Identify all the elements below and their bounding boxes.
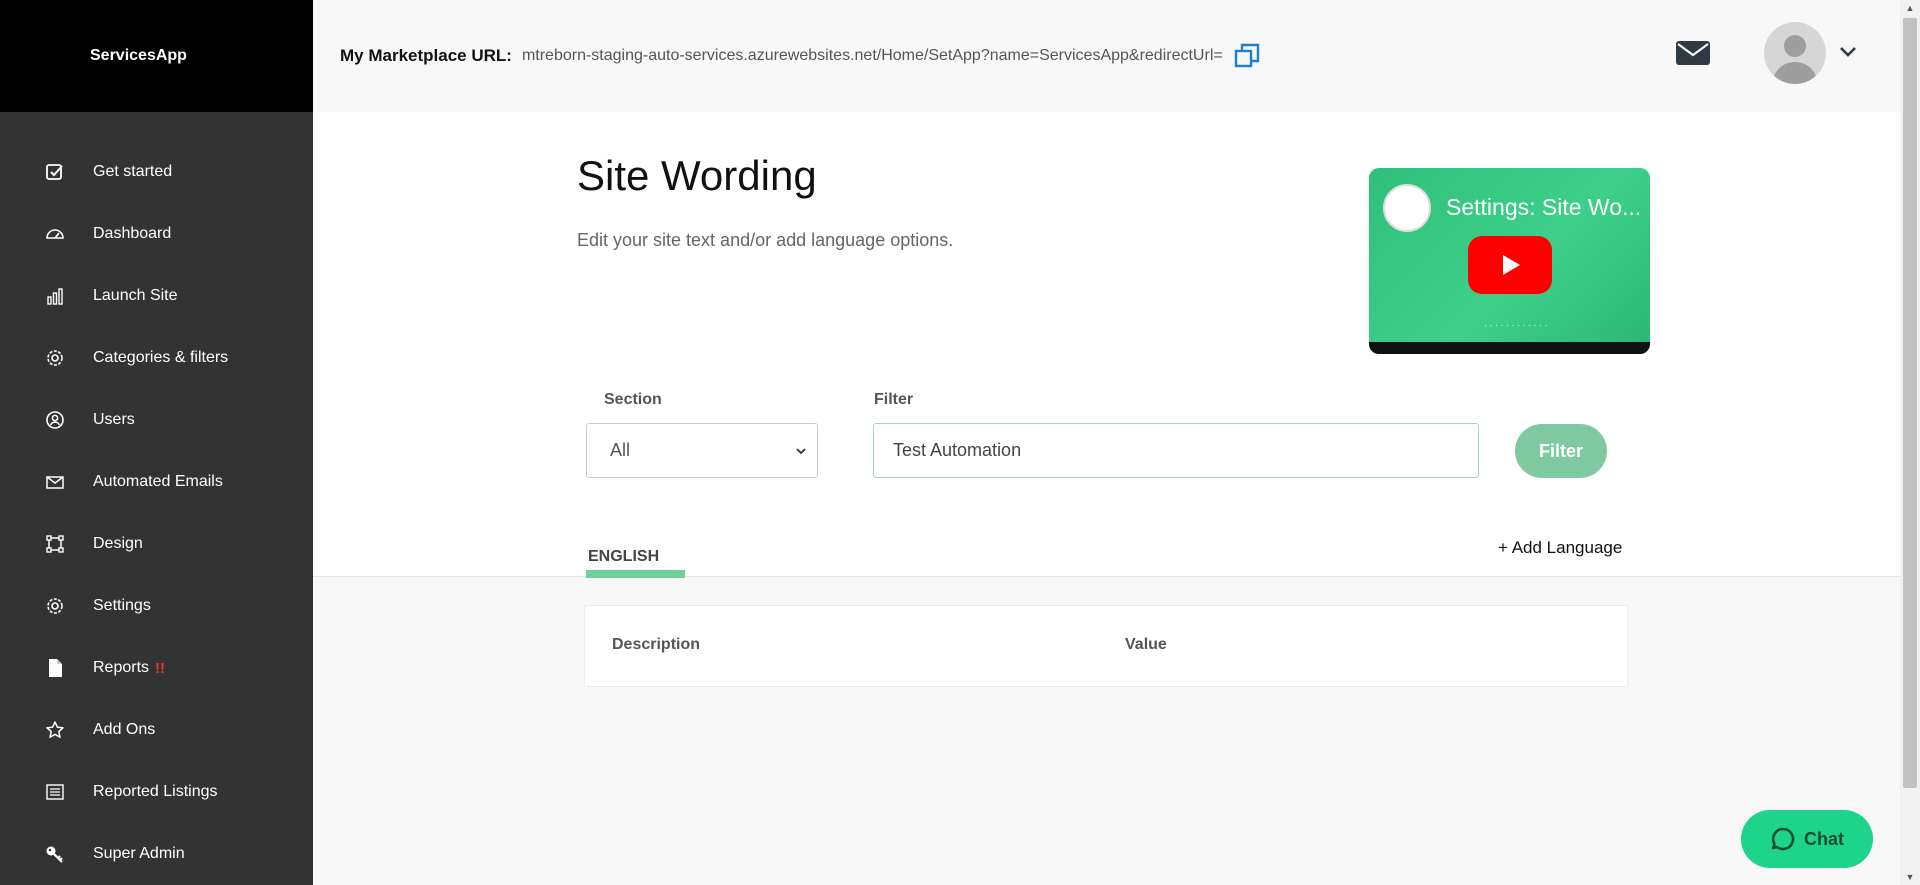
sidebar: ServicesApp Get started Dashboard Launch…	[0, 0, 313, 885]
scroll-down-arrow-icon[interactable]: ▼	[1904, 872, 1916, 882]
tutorial-video-thumbnail[interactable]: Settings: Site Wo... · · · · · · · · · ·…	[1369, 168, 1650, 354]
filter-input[interactable]: Test Automation	[873, 423, 1479, 478]
mail-icon[interactable]	[1675, 38, 1711, 68]
envelope-icon	[44, 471, 66, 493]
sidebar-item-label: Launch Site	[93, 287, 178, 304]
checkbox-icon	[44, 161, 66, 183]
brand-header: ServicesApp	[0, 0, 313, 112]
key-icon	[44, 843, 66, 865]
video-watermark: · · · · · · · · · · · ·	[1484, 320, 1548, 330]
bar-chart-icon	[44, 285, 66, 307]
sidebar-nav: Get started Dashboard Launch Site Catego…	[0, 112, 313, 885]
sidebar-item-label: Get started	[93, 163, 173, 180]
sidebar-item-label: Automated Emails	[93, 473, 223, 490]
crop-icon	[44, 533, 66, 555]
main-content: Site Wording Edit your site text and/or …	[313, 112, 1900, 885]
chat-bubble-icon	[1771, 827, 1795, 851]
gear-icon	[44, 595, 66, 617]
page-subtitle: Edit your site text and/or add language …	[577, 230, 954, 250]
divider	[313, 576, 1900, 577]
table-header-description: Description	[612, 636, 701, 653]
sidebar-item-label: Users	[93, 411, 135, 428]
section-select[interactable]: All	[586, 423, 818, 478]
sidebar-item-reported-listings[interactable]: Reported Listings	[0, 761, 313, 823]
sidebar-item-label: Reports	[93, 659, 150, 676]
sidebar-item-get-started[interactable]: Get started	[0, 141, 313, 203]
sidebar-item-settings[interactable]: Settings	[0, 575, 313, 637]
play-button-icon[interactable]	[1468, 236, 1552, 294]
chat-button[interactable]: Chat	[1741, 810, 1873, 868]
marketplace-url-label: My Marketplace URL:	[340, 46, 512, 65]
chevron-down-icon[interactable]	[1838, 44, 1858, 60]
sidebar-item-super-admin[interactable]: Super Admin	[0, 823, 313, 885]
section-select-value: All	[610, 440, 631, 460]
avatar[interactable]	[1764, 22, 1826, 84]
sidebar-item-label: Settings	[93, 597, 151, 614]
tab-active-indicator	[586, 570, 685, 578]
scrollbar-thumb[interactable]	[1903, 18, 1917, 788]
sidebar-item-users[interactable]: Users	[0, 389, 313, 451]
speedometer-icon	[44, 223, 66, 245]
brand-name: ServicesApp	[90, 47, 187, 64]
sidebar-item-launch-site[interactable]: Launch Site	[0, 265, 313, 327]
sidebar-item-dashboard[interactable]: Dashboard	[0, 203, 313, 265]
sidebar-item-label: Dashboard	[93, 225, 172, 242]
sidebar-item-add-ons[interactable]: Add Ons	[0, 699, 313, 761]
chevron-down-icon	[796, 448, 806, 455]
sidebar-item-reports[interactable]: Reports !!	[0, 637, 313, 699]
filter-input-value: Test Automation	[893, 440, 1022, 460]
user-silhouette-icon	[1772, 35, 1818, 84]
filter-label: Filter	[874, 391, 914, 408]
content-panel	[313, 112, 1900, 576]
chat-label: Chat	[1804, 828, 1844, 849]
gear-icon	[44, 347, 66, 369]
sidebar-item-label: Add Ons	[93, 721, 156, 738]
table-header-value: Value	[1125, 636, 1167, 653]
document-icon	[44, 657, 66, 679]
sidebar-item-label: Reported Listings	[93, 783, 218, 800]
filter-button[interactable]: Filter	[1515, 424, 1607, 478]
sidebar-item-design[interactable]: Design	[0, 513, 313, 575]
reports-alert-badge: !!	[155, 659, 166, 677]
top-bar: My Marketplace URL: mtreborn-staging-aut…	[313, 0, 1900, 112]
scroll-up-arrow-icon[interactable]: ▲	[1904, 3, 1916, 13]
list-icon	[44, 781, 66, 803]
star-icon	[44, 719, 66, 741]
video-bottom-bar	[1369, 342, 1650, 354]
marketplace-url-value: mtreborn-staging-auto-services.azurewebs…	[521, 47, 1223, 64]
add-language-button[interactable]: + Add Language	[1498, 538, 1622, 558]
sidebar-item-label: Super Admin	[93, 845, 185, 862]
section-label: Section	[604, 391, 662, 408]
user-circle-icon	[44, 409, 66, 431]
wording-table: Description Value	[584, 605, 1628, 687]
video-title: Settings: Site Wo...	[1446, 194, 1642, 220]
page-title: Site Wording	[577, 152, 817, 199]
sidebar-item-label: Categories & filters	[93, 349, 229, 366]
copy-icon[interactable]	[1233, 42, 1261, 70]
sidebar-item-label: Design	[93, 535, 143, 552]
sidebar-item-categories-filters[interactable]: Categories & filters	[0, 327, 313, 389]
channel-logo-icon	[1383, 184, 1431, 232]
sidebar-item-automated-emails[interactable]: Automated Emails	[0, 451, 313, 513]
